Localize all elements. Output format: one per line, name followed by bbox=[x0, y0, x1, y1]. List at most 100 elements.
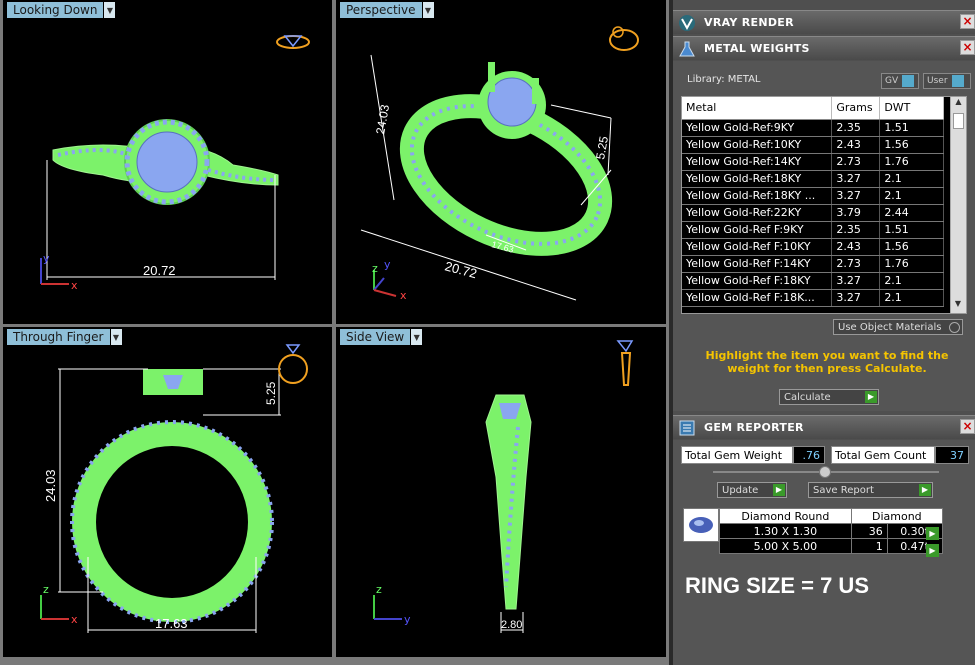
viewport-perspective[interactable]: 24.03 5.25 20.72 17.63 z y x Perspective… bbox=[336, 0, 666, 324]
metal-name: Yellow Gold-Ref:14KY bbox=[682, 153, 833, 171]
col-dwt[interactable]: DWT bbox=[879, 97, 944, 120]
app-window: 20.72 y x Looking Down ▼ 24.03 5.25 20.7… bbox=[0, 0, 975, 665]
viewport-title: Looking Down bbox=[7, 2, 104, 18]
update-button[interactable]: Update ▶ bbox=[717, 482, 787, 498]
viewport-title: Through Finger bbox=[7, 329, 110, 345]
dropdown-arrow-icon[interactable]: ▼ bbox=[104, 2, 116, 18]
viewport-side-view[interactable]: 2.80 z y Side View ▼ bbox=[336, 327, 666, 657]
metal-dwt: 2.1 bbox=[879, 289, 944, 307]
metal-grams: 2.35 bbox=[831, 119, 881, 137]
axis-y: y bbox=[43, 252, 50, 265]
metal-weights-body: Library: METAL GV User Metal Grams DWT Y… bbox=[673, 61, 975, 411]
viewport-title: Perspective bbox=[340, 2, 422, 18]
slider-knob[interactable] bbox=[819, 466, 831, 478]
table-row[interactable]: Yellow Gold-Ref F:14KY 2.73 1.76 bbox=[682, 255, 944, 273]
toggle-user-label: User bbox=[927, 76, 948, 86]
gem-size: 5.00 X 5.00 bbox=[719, 538, 852, 554]
metal-dwt: 1.56 bbox=[879, 136, 944, 154]
gem-row-select-icon[interactable]: ▶ bbox=[926, 544, 939, 557]
view-cube-icon[interactable] bbox=[276, 35, 310, 49]
scroll-up-icon[interactable]: ▲ bbox=[951, 97, 966, 111]
dim-head: 5.25 bbox=[593, 135, 611, 161]
metal-table-container[interactable]: Metal Grams DWT Yellow Gold-Ref:9KY 2.35 1… bbox=[681, 96, 967, 314]
dropdown-arrow-icon[interactable]: ▼ bbox=[411, 329, 423, 345]
play-arrow-icon: ▶ bbox=[865, 391, 877, 403]
axis-x: x bbox=[400, 289, 407, 302]
close-icon[interactable]: × bbox=[960, 40, 975, 55]
rollout-gem-reporter[interactable]: GEM REPORTER × bbox=[673, 415, 975, 439]
close-icon[interactable]: × bbox=[960, 14, 975, 29]
play-arrow-icon: ▶ bbox=[773, 484, 785, 496]
table-row[interactable]: Yellow Gold-Ref:18KY 3.27 2.1 bbox=[682, 170, 944, 188]
metal-name: Yellow Gold-Ref:18KY bbox=[682, 170, 833, 188]
view-cube-icon[interactable] bbox=[609, 26, 639, 51]
total-gem-count-label: Total Gem Count bbox=[831, 446, 935, 464]
metal-name: Yellow Gold-Ref:18KY ... bbox=[682, 187, 833, 205]
metal-grams: 3.27 bbox=[831, 187, 881, 205]
toggle-gv[interactable]: GV bbox=[881, 73, 919, 89]
metal-grams: 2.73 bbox=[831, 255, 881, 273]
viewport-label[interactable]: Through Finger ▼ bbox=[7, 329, 122, 345]
axis-z: z bbox=[43, 583, 49, 596]
table-row[interactable]: Yellow Gold-Ref:22KY 3.79 2.44 bbox=[682, 204, 944, 222]
rollout-vray-render[interactable]: VRAY RENDER × bbox=[673, 10, 975, 34]
gem-reporter-body: Total Gem Weight .76 Total Gem Count 37 … bbox=[673, 440, 975, 665]
viewport-through-finger[interactable]: 24.03 5.25 17.63 z x Through Finger ▼ bbox=[3, 327, 332, 657]
toggle-gv-label: GV bbox=[885, 76, 899, 86]
col-grams[interactable]: Grams bbox=[831, 97, 881, 120]
use-object-materials-toggle[interactable]: Use Object Materials bbox=[833, 319, 963, 335]
viewport-label[interactable]: Looking Down ▼ bbox=[7, 2, 116, 18]
metal-grams: 3.27 bbox=[831, 289, 881, 307]
viewport-label[interactable]: Perspective ▼ bbox=[340, 2, 434, 18]
viewport-title: Side View bbox=[340, 329, 411, 345]
scrollbar[interactable]: ▲ ▼ bbox=[950, 97, 966, 313]
gem-thumbnail bbox=[683, 508, 719, 542]
calculate-button[interactable]: Calculate ▶ bbox=[779, 389, 879, 405]
table-row[interactable]: Yellow Gold-Ref:14KY 2.73 1.76 bbox=[682, 153, 944, 171]
viewport-looking-down[interactable]: 20.72 y x Looking Down ▼ bbox=[3, 0, 332, 324]
table-row[interactable]: 5.00 X 5.00 1 0.47tw bbox=[719, 538, 944, 554]
metal-grams: 2.73 bbox=[831, 153, 881, 171]
gem-row-select-icon[interactable]: ▶ bbox=[926, 527, 939, 540]
table-header-row: Metal Grams DWT bbox=[682, 97, 944, 120]
dropdown-arrow-icon[interactable]: ▼ bbox=[422, 2, 434, 18]
metal-name: Yellow Gold-Ref F:18KY bbox=[682, 272, 833, 290]
save-report-button[interactable]: Save Report ▶ bbox=[808, 482, 933, 498]
scroll-down-icon[interactable]: ▼ bbox=[951, 299, 965, 313]
table-row[interactable]: Yellow Gold-Ref F:18KY 3.27 2.1 bbox=[682, 272, 944, 290]
view-cube-icon[interactable] bbox=[278, 344, 308, 384]
axis-x: x bbox=[71, 613, 78, 626]
table-row[interactable]: Yellow Gold-Ref:18KY ... 3.27 2.1 bbox=[682, 187, 944, 205]
dim-width: 20.72 bbox=[443, 258, 478, 281]
dropdown-arrow-icon[interactable]: ▼ bbox=[110, 329, 122, 345]
rollout-title: VRAY RENDER bbox=[704, 16, 794, 29]
metal-grams: 3.27 bbox=[831, 170, 881, 188]
dim-width: 20.72 bbox=[143, 263, 176, 278]
metal-name: Yellow Gold-Ref:22KY bbox=[682, 204, 833, 222]
play-arrow-icon: ▶ bbox=[919, 484, 931, 496]
metal-name: Yellow Gold-Ref F:14KY bbox=[682, 255, 833, 273]
toggle-user[interactable]: User bbox=[923, 73, 971, 89]
vray-logo-icon bbox=[676, 12, 698, 34]
axis-x: x bbox=[71, 279, 78, 292]
table-row[interactable]: Yellow Gold-Ref:10KY 2.43 1.56 bbox=[682, 136, 944, 154]
table-row[interactable]: Yellow Gold-Ref F:9KY 2.35 1.51 bbox=[682, 221, 944, 239]
col-metal[interactable]: Metal bbox=[682, 97, 833, 120]
table-row[interactable]: Yellow Gold-Ref F:10KY 2.43 1.56 bbox=[682, 238, 944, 256]
gem-type: Diamond Round bbox=[719, 508, 852, 524]
viewport-label[interactable]: Side View ▼ bbox=[340, 329, 423, 345]
flask-icon bbox=[676, 38, 698, 60]
gem-count: 1 bbox=[850, 538, 888, 554]
gem-size: 1.30 X 1.30 bbox=[719, 523, 852, 539]
metal-dwt: 1.56 bbox=[879, 238, 944, 256]
table-row[interactable]: Yellow Gold-Ref:9KY 2.35 1.51 bbox=[682, 119, 944, 137]
close-icon[interactable]: × bbox=[960, 419, 975, 434]
rollout-metal-weights[interactable]: METAL WEIGHTS × bbox=[673, 36, 975, 60]
rollout-title: GEM REPORTER bbox=[704, 421, 804, 434]
save-report-label: Save Report bbox=[813, 484, 874, 496]
table-row[interactable]: Yellow Gold-Ref F:18K... 3.27 2.1 bbox=[682, 289, 944, 307]
scroll-thumb[interactable] bbox=[953, 113, 964, 129]
gem-table: Diamond Round Diamond 1.30 X 1.30 36 0.3… bbox=[719, 508, 944, 554]
view-cube-icon[interactable] bbox=[616, 340, 634, 386]
table-row[interactable]: 1.30 X 1.30 36 0.30tw bbox=[719, 523, 944, 539]
